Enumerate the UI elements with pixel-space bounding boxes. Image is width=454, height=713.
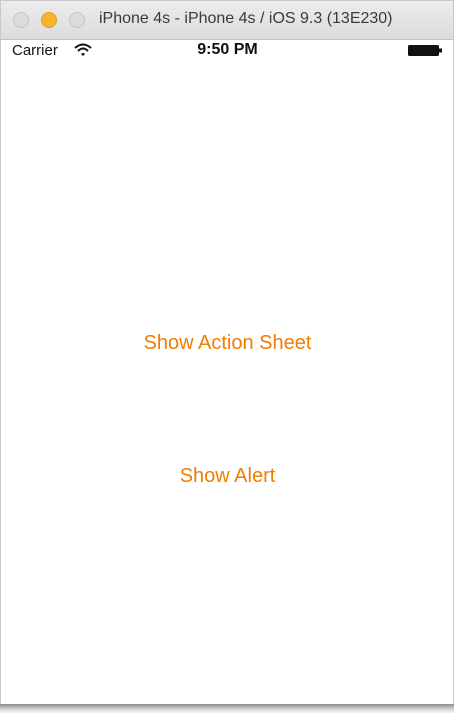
close-window-button[interactable] bbox=[13, 12, 29, 28]
minimize-window-button[interactable] bbox=[41, 12, 57, 28]
status-bar: Carrier 9:50 PM bbox=[2, 40, 453, 62]
status-time: 9:50 PM bbox=[197, 41, 258, 58]
show-action-sheet-button[interactable]: Show Action Sheet bbox=[2, 332, 453, 355]
device-screen: Carrier 9:50 PM Show Action Sheet Show A… bbox=[2, 40, 453, 705]
battery-icon bbox=[408, 45, 442, 56]
zoom-window-button[interactable] bbox=[69, 12, 85, 28]
show-alert-button[interactable]: Show Alert bbox=[2, 465, 453, 488]
window-bottom-shadow bbox=[0, 704, 454, 713]
window-titlebar[interactable]: iPhone 4s - iPhone 4s / iOS 9.3 (13E230) bbox=[1, 1, 453, 40]
simulator-window: iPhone 4s - iPhone 4s / iOS 9.3 (13E230)… bbox=[0, 0, 454, 713]
window-title: iPhone 4s - iPhone 4s / iOS 9.3 (13E230) bbox=[99, 10, 393, 27]
